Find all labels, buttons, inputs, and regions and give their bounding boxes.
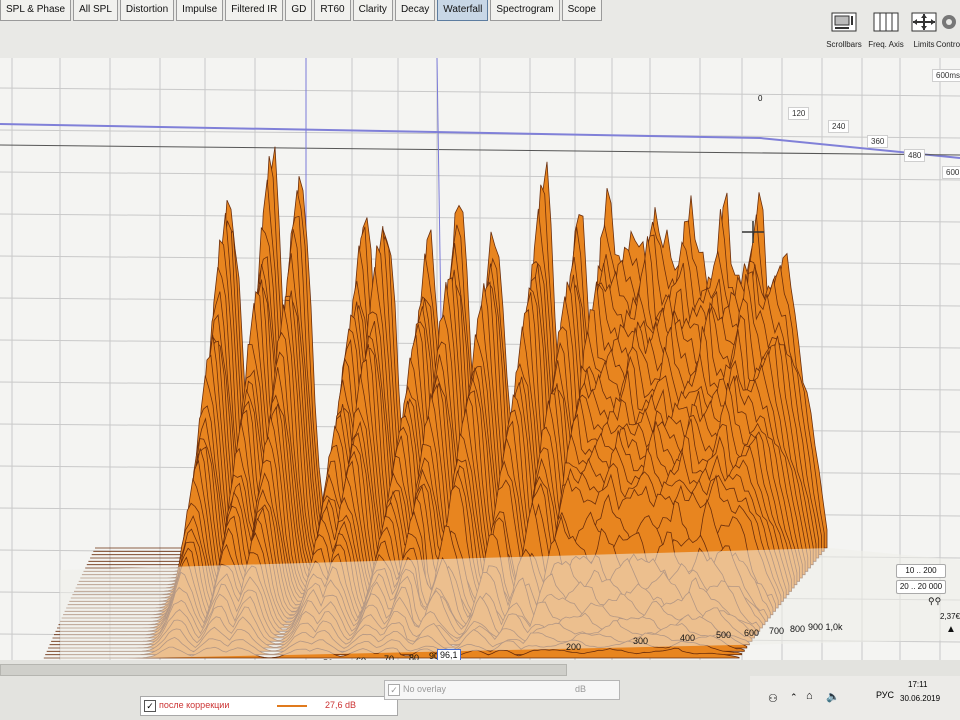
tab-gd[interactable]: GD bbox=[285, 0, 313, 21]
horizontal-scrollbar[interactable] bbox=[0, 664, 567, 676]
freq-tick-900-1k: 900 1,0k bbox=[808, 622, 843, 632]
tab-clarity[interactable]: Clarity bbox=[352, 0, 393, 21]
tab-waterfall[interactable]: Waterfall bbox=[437, 0, 489, 21]
limits-icon bbox=[911, 12, 937, 32]
zoom-icon[interactable]: ⚲⚲ bbox=[928, 596, 941, 607]
volume-icon[interactable]: 🔈 bbox=[826, 690, 840, 703]
scroll-arrow-icon[interactable]: ▲ bbox=[946, 624, 956, 635]
freq-tick-200: 200 bbox=[566, 642, 582, 652]
tab-impulse[interactable]: Impulse bbox=[176, 0, 224, 21]
network-icon[interactable]: ⌂ bbox=[806, 690, 813, 702]
overlay-unit: dB bbox=[575, 684, 587, 694]
input-language[interactable]: РУС bbox=[876, 690, 894, 700]
legend-swatch bbox=[277, 705, 307, 707]
time-tick-600: 600 bbox=[942, 166, 960, 179]
freq-range-high[interactable]: 20 .. 20 000 bbox=[896, 580, 946, 594]
freq-tick-500: 500 bbox=[716, 630, 732, 640]
tab-filtered-ir[interactable]: Filtered IR bbox=[225, 0, 284, 21]
time-tick-240: 240 bbox=[828, 120, 850, 133]
overlay-checkbox[interactable]: ✓ bbox=[388, 684, 400, 696]
legend-entry[interactable]: ✓ после коррекции 27,6 dB bbox=[140, 696, 398, 716]
legend-checkbox[interactable]: ✓ bbox=[144, 700, 156, 712]
time-max-label: 600ms bbox=[932, 69, 960, 82]
freq-axis-icon bbox=[873, 12, 899, 32]
scrollbars-icon bbox=[831, 12, 857, 32]
time-tick-360: 360 bbox=[867, 135, 889, 148]
clock-date[interactable]: 30.06.2019 bbox=[900, 694, 940, 703]
legend-level: 27,6 dB bbox=[325, 700, 357, 710]
tab-rt60[interactable]: RT60 bbox=[314, 0, 351, 21]
controls-button[interactable]: Controls bbox=[936, 12, 960, 52]
time-tick-480: 480 bbox=[904, 149, 926, 162]
tab-spectrogram[interactable]: Spectrogram bbox=[490, 0, 560, 21]
freq-tick-600: 600 bbox=[744, 628, 760, 638]
system-tray: ⚇ ⌃ ⌂ 🔈 РУС 17:11 30.06.2019 bbox=[750, 676, 960, 720]
time-tick-120: 120 bbox=[788, 107, 810, 120]
clock-time[interactable]: 17:11 bbox=[908, 680, 927, 689]
freq-range-low[interactable]: 10 .. 200 bbox=[896, 564, 946, 578]
gear-icon bbox=[942, 15, 956, 29]
freq-tick-800: 800 bbox=[790, 624, 806, 634]
legend-series-name: после коррекции bbox=[159, 700, 230, 710]
overlay-label: No overlay bbox=[403, 684, 447, 694]
tab-scope[interactable]: Scope bbox=[561, 0, 602, 21]
tab-all-spl[interactable]: All SPL bbox=[73, 0, 118, 21]
tab-distortion[interactable]: Distortion bbox=[119, 0, 175, 21]
controls-label: Controls bbox=[936, 40, 960, 49]
overlay-selector[interactable]: ✓ No overlay dB bbox=[384, 680, 620, 700]
scrollbars-button[interactable]: Scrollbars bbox=[820, 12, 868, 52]
time-tick-0: 0 bbox=[758, 94, 763, 103]
scrollbars-label: Scrollbars bbox=[826, 40, 862, 49]
freq-tick-400: 400 bbox=[680, 633, 696, 643]
freq-tick-300: 300 bbox=[633, 636, 649, 646]
graph-tabs: SPL & Phase All SPL Distortion Impulse F… bbox=[0, 0, 604, 22]
toolbar: SPL & Phase All SPL Distortion Impulse F… bbox=[0, 0, 960, 59]
tab-spl-phase[interactable]: SPL & Phase bbox=[0, 0, 72, 21]
tab-decay[interactable]: Decay bbox=[394, 0, 436, 21]
user-icon[interactable]: ⚇ bbox=[768, 692, 778, 705]
waterfall-chart[interactable] bbox=[0, 58, 960, 660]
chevron-up-icon[interactable]: ⌃ bbox=[790, 692, 798, 703]
freq-tick-700: 700 bbox=[769, 626, 785, 636]
right-scale-value: 2,37€ bbox=[940, 612, 960, 621]
